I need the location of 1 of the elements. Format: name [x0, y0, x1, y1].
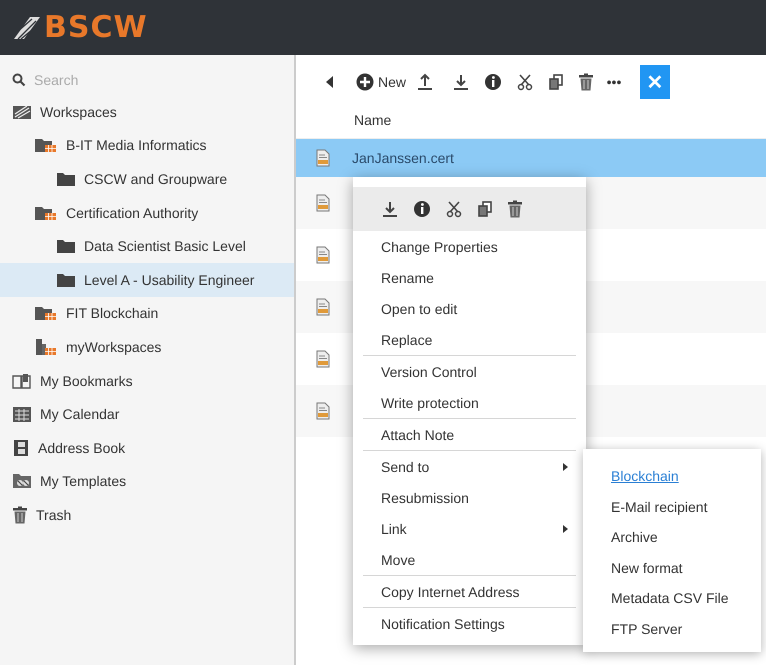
- logo-text: BSCW: [44, 10, 148, 45]
